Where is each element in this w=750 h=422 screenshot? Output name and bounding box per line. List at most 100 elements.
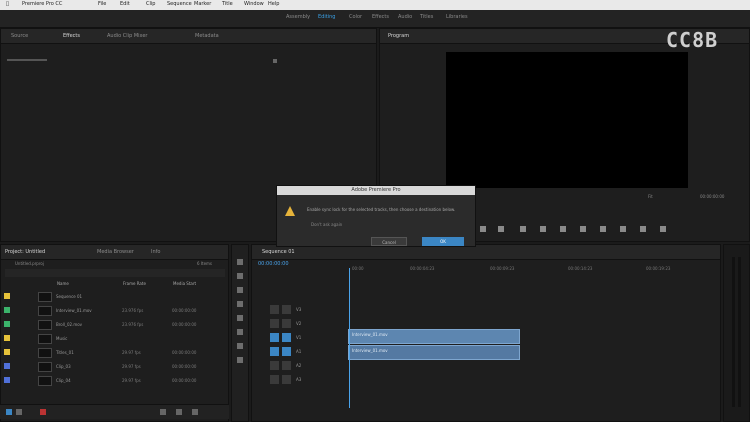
ok-button[interactable]: OK [422,237,464,246]
toggle-output-icon[interactable] [270,319,279,328]
icon-view-icon[interactable] [16,409,22,415]
mute-icon[interactable] [270,361,279,370]
workspace-effects[interactable]: Effects [372,14,389,20]
tab-metadata[interactable]: Metadata [195,33,219,39]
lift-icon[interactable] [620,226,626,232]
workspace-assembly[interactable]: Assembly [286,14,310,20]
track-select-tool-icon[interactable] [237,273,243,279]
razor-tool-icon[interactable] [237,301,243,307]
mark-out-icon[interactable] [498,226,504,232]
dont-ask-checkbox[interactable]: Don't ask again [311,222,342,227]
fit-dropdown[interactable]: Fit [648,194,653,199]
export-frame-icon[interactable] [660,226,666,232]
menu-file[interactable]: File [98,1,106,7]
menu-app[interactable]: Premiere Pro CC [22,1,62,7]
menu-help[interactable]: Help [268,1,279,7]
go-to-in-icon[interactable] [520,226,526,232]
workspace-color[interactable]: Color [349,14,362,20]
list-item[interactable]: Music [0,332,227,345]
track-header-a2[interactable]: A2 [270,360,302,371]
delete-icon[interactable] [192,409,198,415]
tab-effects[interactable]: Effects [63,33,80,39]
playhead[interactable] [349,268,350,408]
zoom-tool-icon[interactable] [237,357,243,363]
column-media-start[interactable]: Media Start [173,281,196,286]
lock-track-icon[interactable] [282,319,291,328]
track-header-v3[interactable]: V3 [270,304,301,315]
audio-clip[interactable]: Interview_01.mov [348,345,520,360]
tab-media-browser[interactable]: Media Browser [97,249,134,255]
tab-info[interactable]: Info [151,249,160,255]
column-name[interactable]: Name [57,281,69,286]
menu-window[interactable]: Window [244,1,264,7]
toggle-output-icon[interactable] [270,305,279,314]
list-item[interactable]: Interview_01.mov 23.976 fps 00:00:00:00 [0,304,227,317]
menu-bar:  Premiere Pro CC File Edit Clip Sequenc… [0,0,750,10]
track-label: A2 [296,363,302,368]
solo-icon[interactable] [282,375,291,384]
solo-icon[interactable] [282,347,291,356]
program-timecode: 00:00:00:00 [700,194,725,199]
source-panel-tabs: Source Effects Audio Clip Mixer Metadata [1,29,376,44]
track-label: A1 [296,349,302,354]
list-item[interactable]: Clip_04 29.97 fps 00:00:00:00 [0,374,227,387]
video-clip[interactable]: Interview_01.mov [348,329,520,344]
meter-left [732,257,735,407]
tab-source[interactable]: Source [11,33,28,39]
ruler-label: 00:00:04:23 [410,266,435,271]
menu-edit[interactable]: Edit [120,1,130,7]
new-bin-icon[interactable] [160,409,166,415]
step-forward-icon[interactable] [580,226,586,232]
go-to-out-icon[interactable] [600,226,606,232]
timeline-timecode[interactable]: 00:00:00:00 [258,261,289,267]
list-item[interactable]: Titles_01 29.97 fps 00:00:00:00 [0,346,227,359]
panel-menu-icon[interactable] [273,59,277,63]
workspace-editing[interactable]: Editing [318,14,335,20]
selection-tool-icon[interactable] [237,259,243,265]
clip-thumbnail [38,348,52,358]
track-header-a1[interactable]: A1 [270,346,302,357]
apple-menu-icon[interactable]:  [6,1,9,7]
lock-track-icon[interactable] [282,305,291,314]
list-item[interactable]: Clip_03 29.97 fps 00:00:00:00 [0,360,227,373]
hand-tool-icon[interactable] [237,343,243,349]
menu-title[interactable]: Title [222,1,233,7]
workspace-audio[interactable]: Audio [398,14,412,20]
track-header-v2[interactable]: V2 [270,318,301,329]
slip-tool-icon[interactable] [237,315,243,321]
track-header-a3[interactable]: A3 [270,374,301,385]
track-header-v1[interactable]: V1 [270,332,301,343]
tab-sequence[interactable]: Sequence 01 [262,249,295,255]
item-name: Titles_01 [56,350,74,355]
extract-icon[interactable] [640,226,646,232]
tab-audio-clip-mixer[interactable]: Audio Clip Mixer [107,33,147,39]
mute-icon[interactable] [270,375,279,384]
tab-program[interactable]: Program [388,33,409,39]
list-item[interactable]: Broll_02.mov 23.976 fps 00:00:00:00 [0,318,227,331]
new-item-icon[interactable] [176,409,182,415]
ruler-label: 00:00:09:23 [490,266,515,271]
list-item[interactable]: Sequence 01 [0,290,227,303]
workspace-titles[interactable]: Titles [420,14,433,20]
workspace-libraries[interactable]: Libraries [446,14,468,20]
menu-clip[interactable]: Clip [146,1,155,7]
lock-track-icon[interactable] [282,333,291,342]
pen-tool-icon[interactable] [237,329,243,335]
zoom-slider[interactable] [40,409,46,415]
search-input[interactable] [5,269,225,277]
play-icon[interactable] [560,226,566,232]
mute-icon[interactable] [270,347,279,356]
step-back-icon[interactable] [540,226,546,232]
solo-icon[interactable] [282,361,291,370]
ruler-label: 00:00:19:23 [646,266,671,271]
menu-sequence[interactable]: Sequence [167,1,192,7]
cancel-button[interactable]: Cancel [371,237,407,246]
toggle-output-icon[interactable] [270,333,279,342]
menu-marker[interactable]: Marker [194,1,211,7]
tab-project[interactable]: Project: Untitled [5,249,45,255]
list-view-icon[interactable] [6,409,12,415]
dialog-message: Enable sync lock for the selected tracks… [307,207,456,212]
column-frame-rate[interactable]: Frame Rate [123,281,146,286]
mark-in-icon[interactable] [480,226,486,232]
ripple-edit-tool-icon[interactable] [237,287,243,293]
